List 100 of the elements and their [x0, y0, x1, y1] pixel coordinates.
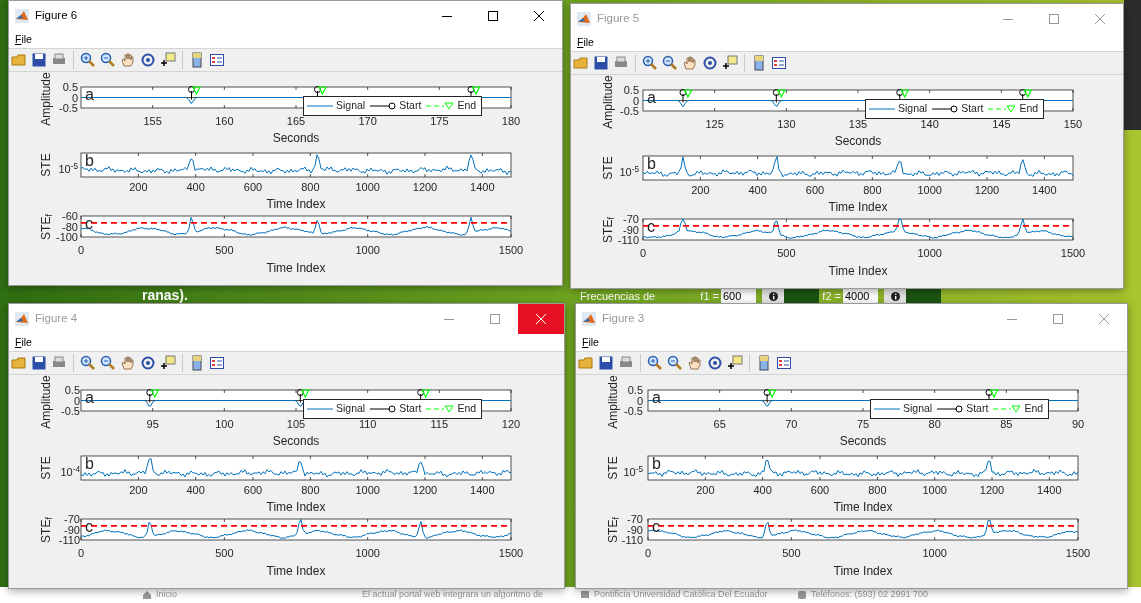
legend-label: Signal: [336, 401, 366, 417]
tick-label: 1000: [917, 184, 942, 197]
zoom-out-icon[interactable]: [667, 355, 683, 371]
tick-label: 1200: [412, 181, 438, 194]
legend-icon[interactable]: [776, 355, 792, 371]
field-label: f2 =: [821, 288, 842, 304]
signal-line-icon: [307, 405, 333, 413]
panel-letter: c: [85, 519, 93, 535]
zoom-in-icon[interactable]: [642, 55, 658, 71]
colorbar-icon[interactable]: [751, 55, 767, 71]
legend-icon[interactable]: [209, 52, 225, 68]
menu-item[interactable]: File: [14, 31, 33, 48]
pan-hand-icon[interactable]: [687, 355, 703, 371]
maximize-icon: [490, 314, 500, 324]
tick-label: 800: [863, 184, 882, 197]
menu-item[interactable]: File: [576, 34, 595, 51]
pan-hand-icon[interactable]: [120, 355, 136, 371]
axis-label: Amplitude: [39, 72, 53, 126]
zoom-in-icon[interactable]: [80, 355, 96, 371]
tick-label: 180: [501, 115, 521, 128]
tick-label: 160: [215, 115, 234, 128]
colorbar-icon[interactable]: [189, 52, 205, 68]
panel-letter: b: [85, 153, 94, 169]
save-icon[interactable]: [598, 355, 614, 371]
end-marker: [421, 389, 431, 399]
zoom-out-icon[interactable]: [100, 355, 116, 371]
legend-icon[interactable]: [771, 55, 787, 71]
rotate-icon[interactable]: [707, 355, 723, 371]
tick-label: 0.5: [64, 384, 80, 396]
tick-label: 500: [215, 547, 234, 560]
pan-hand-icon[interactable]: [682, 55, 698, 71]
colorbar-icon[interactable]: [189, 355, 205, 371]
axis-label: Seconds: [272, 434, 320, 448]
axis-label: Time Index: [828, 200, 888, 214]
tick-label: 135: [848, 118, 868, 131]
tick-label: 155: [143, 115, 162, 128]
signal-line-icon: [874, 405, 900, 413]
tick-label: 0: [639, 247, 647, 260]
maximize-icon: [1049, 14, 1059, 24]
tick-label: 1200: [979, 484, 1005, 497]
tick-label: 800: [868, 484, 887, 497]
tick-label: -70: [623, 213, 639, 225]
start-line-icon: [370, 405, 397, 413]
tick-label: 400: [753, 484, 772, 497]
data-cursor-icon[interactable]: [722, 55, 738, 71]
axis-label: Time Index: [833, 564, 893, 578]
zoom-in-icon[interactable]: [647, 355, 663, 371]
tick-label: 500: [215, 244, 234, 257]
tick-label: 105: [286, 418, 306, 431]
tick-label: -110: [58, 534, 80, 546]
input-field[interactable]: 4000: [843, 289, 878, 303]
colorbar-icon[interactable]: [756, 355, 772, 371]
spacer-block: [906, 289, 941, 303]
maximize-icon: [488, 11, 498, 21]
axis-label: STE: [601, 156, 615, 180]
tick-label: 1400: [470, 181, 495, 194]
data-cursor-icon[interactable]: [727, 355, 743, 371]
axis-label: Time Index: [266, 500, 326, 514]
axis-label: Time Index: [833, 500, 893, 514]
menu-item[interactable]: File: [14, 334, 33, 351]
legend-icon[interactable]: [209, 355, 225, 371]
footer-text: El actual portal web integrara un algoritmo de: [362, 589, 544, 600]
save-icon[interactable]: [31, 355, 47, 371]
data-cursor-icon[interactable]: [160, 355, 176, 371]
save-icon[interactable]: [31, 52, 47, 68]
start-line-icon: [370, 102, 397, 110]
zoom-out-icon[interactable]: [100, 52, 116, 68]
tick-label: 200: [691, 184, 710, 197]
start-line-icon: [937, 405, 964, 413]
field-label: f1 =: [699, 288, 720, 304]
zoom-in-icon[interactable]: [80, 52, 96, 68]
tick-label: 200: [129, 484, 148, 497]
tick-label: -110: [621, 534, 643, 546]
axis-label: STE: [39, 456, 53, 480]
info-button[interactable]: [884, 289, 906, 303]
pan-hand-icon[interactable]: [120, 52, 136, 68]
rotate-icon[interactable]: [140, 355, 156, 371]
close-icon: [1095, 14, 1105, 24]
tick-label: 1500: [498, 547, 524, 560]
save-icon[interactable]: [593, 55, 609, 71]
tick-label: -70: [64, 513, 80, 525]
tick-label: 95: [146, 418, 159, 431]
axis-label: Seconds: [834, 134, 882, 148]
app-icon: [15, 312, 29, 326]
axis-label: Seconds: [272, 131, 320, 145]
start-marker: [188, 86, 195, 100]
rotate-icon[interactable]: [702, 55, 718, 71]
tick-label: -80: [62, 220, 78, 233]
rotate-icon[interactable]: [140, 52, 156, 68]
legend-label: End: [1019, 101, 1039, 117]
data-cursor-icon[interactable]: [160, 52, 176, 68]
tick-label: 80: [928, 418, 941, 431]
tick-label: 600: [810, 484, 830, 497]
tick-label: 800: [301, 484, 320, 497]
tick-label: 500: [782, 547, 801, 560]
input-field[interactable]: 600: [721, 289, 756, 303]
zoom-out-icon[interactable]: [662, 55, 678, 71]
info-button[interactable]: [762, 289, 784, 303]
menu-item[interactable]: File: [581, 334, 600, 351]
tick-label: -0.5: [620, 105, 639, 117]
